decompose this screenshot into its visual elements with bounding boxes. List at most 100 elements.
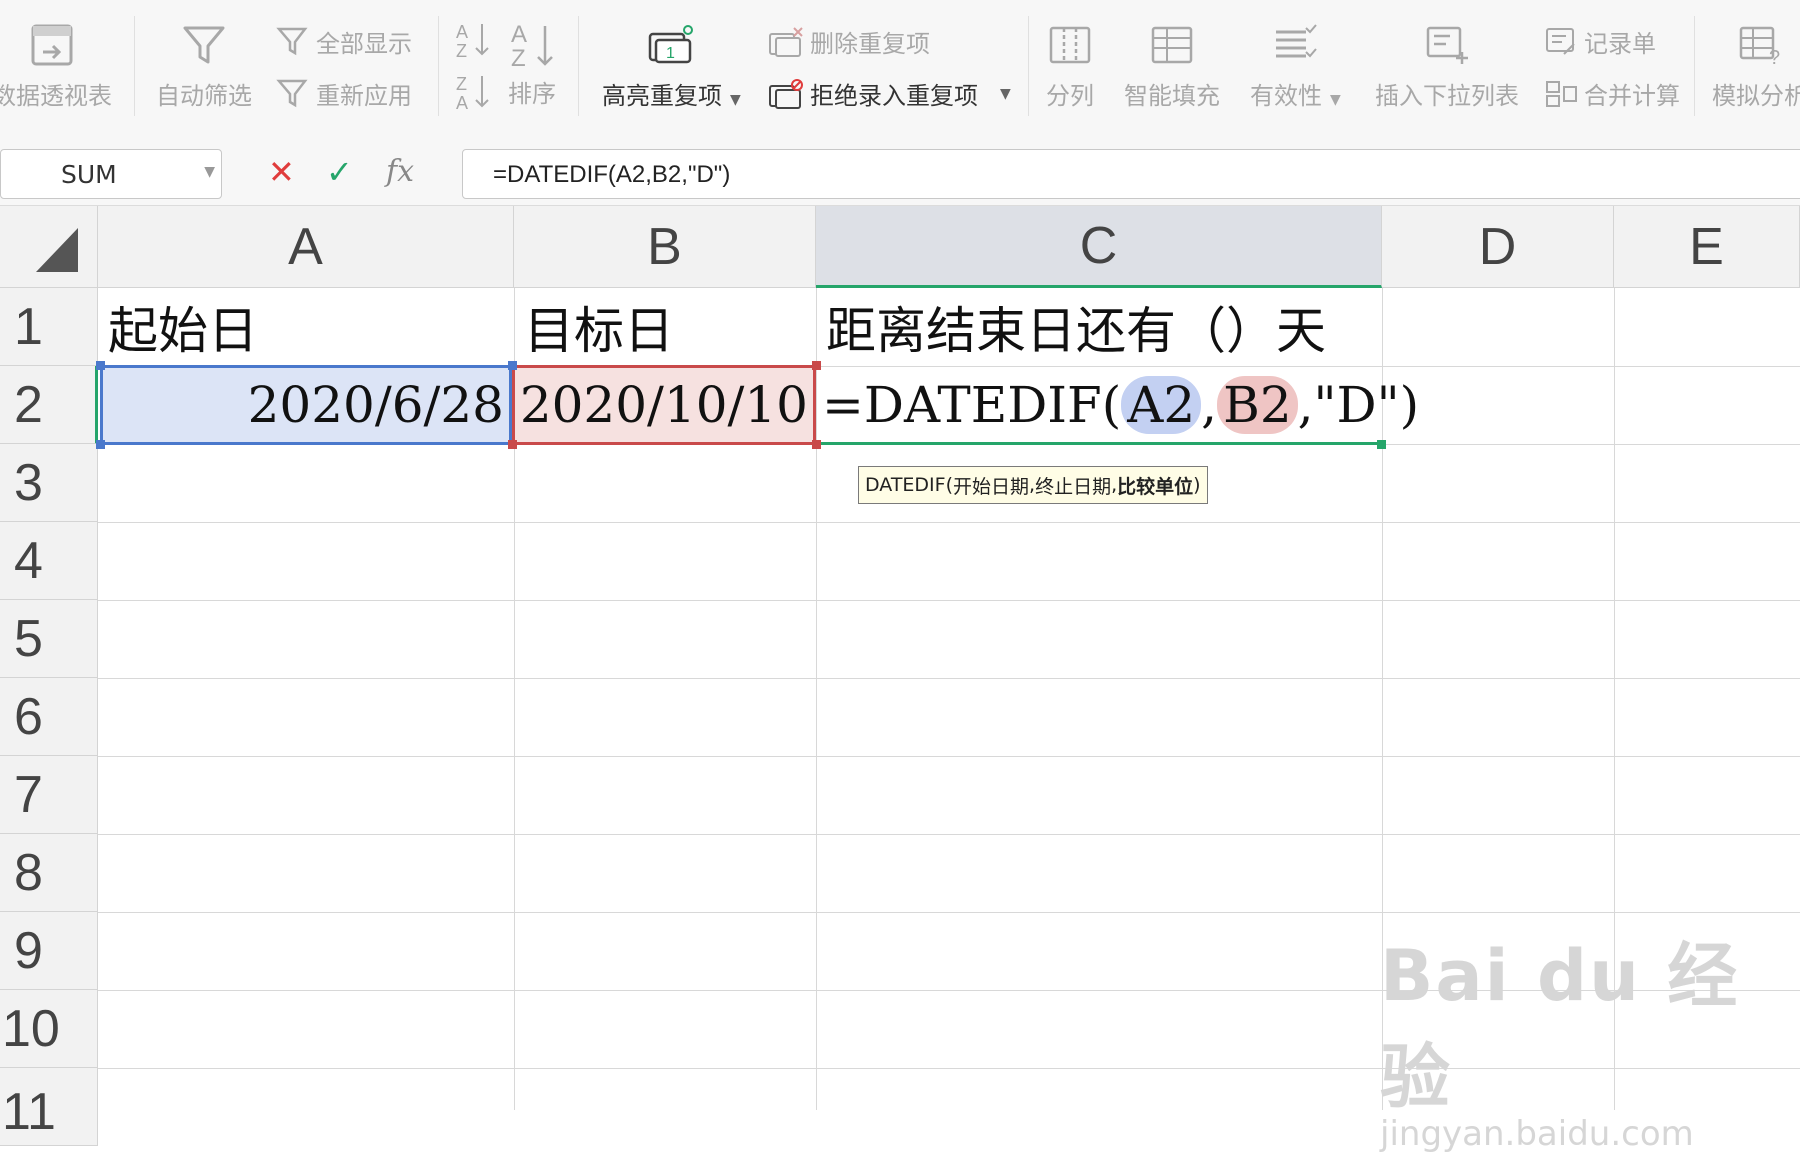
formula-suffix: ,"D") <box>1297 376 1420 434</box>
row-header-7[interactable]: 7 <box>0 756 98 834</box>
whatif-analysis-label: 模拟分析 <box>1712 82 1800 110</box>
validity-icon <box>1276 24 1318 58</box>
flash-fill-button[interactable]: 智能填充 <box>1124 22 1220 111</box>
name-box[interactable]: SUM ▼ <box>0 149 222 199</box>
row-header-5[interactable]: 5 <box>0 600 98 678</box>
column-header-d[interactable]: D <box>1382 206 1614 288</box>
svg-text:Z: Z <box>456 41 467 60</box>
sort-icon: AZ <box>511 21 553 70</box>
reject-duplicates-label: 拒绝录入重复项 <box>810 82 978 110</box>
sort-button[interactable]: AZ 排序 <box>508 20 556 109</box>
tooltip-arg-start-date[interactable]: 开始日期 <box>953 472 1029 499</box>
consolidate-label: 合并计算 <box>1584 82 1680 110</box>
autofilter-button[interactable]: 自动筛选 <box>156 22 252 111</box>
autofilter-label: 自动筛选 <box>156 82 252 110</box>
sort-za-icon: ZA <box>456 74 489 112</box>
watermark-brand: Bai du 经验 <box>1380 935 1740 1118</box>
ribbon-separator <box>1694 16 1695 116</box>
column-header-e[interactable]: E <box>1614 206 1800 288</box>
reapply-button[interactable]: 重新应用 <box>276 76 412 111</box>
tooltip-arg-end-date[interactable]: 终止日期 <box>1035 472 1111 499</box>
ribbon-toolbar: 数据透视表 自动筛选 全部显示 重新应用 AZ ZA AZ 排序 1 高亮重复项… <box>0 0 1800 138</box>
split-column-button[interactable]: 分列 <box>1046 22 1094 111</box>
pivot-table-icon <box>31 24 73 66</box>
row-header-8[interactable]: 8 <box>0 834 98 912</box>
show-all-button[interactable]: 全部显示 <box>276 24 412 59</box>
svg-text:?: ? <box>1769 47 1780 68</box>
baidu-watermark: Bai du 经验 jingyan.baidu.com <box>1380 920 1800 1154</box>
formula-text: =DATEDIF(A2,B2,"D") <box>493 161 731 188</box>
chevron-down-icon[interactable]: ▼ <box>204 164 215 180</box>
filter-reapply-icon <box>276 79 308 107</box>
cell-b1[interactable]: 目标日 <box>524 288 674 366</box>
sort-ascending-button[interactable]: AZ <box>454 20 490 60</box>
cell-b2[interactable]: 2020/10/10 <box>512 366 808 444</box>
highlight-duplicates-icon: 1 <box>649 25 694 64</box>
svg-text:A: A <box>511 21 527 48</box>
formula-ref-b2: B2 <box>1217 376 1298 434</box>
cell-c2-formula-editor[interactable]: =DATEDIF( A2 , B2 ,"D") <box>822 366 1419 444</box>
tooltip-paren-open: ( <box>945 474 954 496</box>
insert-dropdown-list-icon <box>1426 26 1468 64</box>
row-header-4[interactable]: 4 <box>0 522 98 600</box>
tooltip-paren-close: ) <box>1193 474 1201 496</box>
resize-handle[interactable] <box>812 440 821 449</box>
function-argument-tooltip: DATEDIF ( 开始日期 , 终止日期 , 比较单位 ) <box>858 466 1208 504</box>
pivot-table-label: 数据透视表 <box>0 82 112 110</box>
record-form-button[interactable]: 记录单 <box>1544 24 1656 59</box>
row-header-10[interactable]: 10 <box>0 990 98 1068</box>
split-column-icon <box>1049 26 1091 64</box>
reject-duplicates-button[interactable]: 拒绝录入重复项 ▼ <box>768 76 1011 111</box>
formula-prefix: =DATEDIF( <box>822 376 1122 434</box>
column-header-a[interactable]: A <box>98 206 514 288</box>
tooltip-function-name: DATEDIF <box>865 474 946 496</box>
formula-input[interactable]: =DATEDIF(A2,B2,"D") <box>462 149 1800 199</box>
reject-duplicates-icon <box>769 78 803 109</box>
resize-handle[interactable] <box>812 361 821 370</box>
cell-c1[interactable]: 距离结束日还有（）天 <box>826 288 1326 366</box>
column-header-b[interactable]: B <box>514 206 816 288</box>
confirm-icon[interactable]: ✓ <box>326 154 353 190</box>
delete-duplicates-button[interactable]: 删除重复项 <box>768 24 930 59</box>
row-header-11[interactable]: 11 <box>0 1068 98 1146</box>
show-all-label: 全部显示 <box>316 30 412 58</box>
row-header-2[interactable]: 2 <box>0 366 98 444</box>
cancel-icon[interactable]: ✕ <box>268 154 295 190</box>
formula-comma: , <box>1201 376 1218 434</box>
highlight-duplicates-button[interactable]: 1 高亮重复项 ▼ <box>602 22 741 111</box>
validity-button[interactable]: 有效性 ▼ <box>1250 22 1341 111</box>
ribbon-separator <box>438 16 439 116</box>
column-header-c[interactable]: C <box>816 206 1382 288</box>
svg-text:A: A <box>456 22 468 42</box>
svg-text:1: 1 <box>666 45 675 62</box>
record-form-label: 记录单 <box>1584 30 1656 58</box>
consolidate-icon <box>1546 80 1577 107</box>
cell-a2[interactable]: 2020/6/28 <box>100 366 504 444</box>
sort-descending-button[interactable]: ZA <box>454 72 490 112</box>
cell-a1[interactable]: 起始日 <box>108 288 258 366</box>
tooltip-arg-unit[interactable]: 比较单位 <box>1117 472 1193 499</box>
row-header-3[interactable]: 3 <box>0 444 98 522</box>
row-header-1[interactable]: 1 <box>0 288 98 366</box>
gridline <box>98 600 1800 601</box>
split-column-label: 分列 <box>1046 82 1094 110</box>
reject-duplicates-dropdown-icon[interactable]: ▼ <box>1000 86 1011 102</box>
record-form-icon <box>1546 27 1575 55</box>
insert-function-icon[interactable]: fx <box>386 154 414 190</box>
row-header-9[interactable]: 9 <box>0 912 98 990</box>
filter-clear-icon <box>276 27 308 55</box>
insert-dropdown-list-label: 插入下拉列表 <box>1375 82 1519 110</box>
ribbon-separator <box>1028 16 1029 116</box>
svg-text:Z: Z <box>511 45 526 70</box>
whatif-analysis-button[interactable]: ? 模拟分析 <box>1712 22 1800 111</box>
flash-fill-icon <box>1151 26 1193 64</box>
select-all-corner[interactable] <box>0 206 98 288</box>
consolidate-button[interactable]: 合并计算 <box>1544 76 1680 111</box>
insert-dropdown-list-button[interactable]: 插入下拉列表 <box>1375 22 1519 111</box>
sort-label: 排序 <box>508 80 556 108</box>
formula-bar: SUM ▼ ✕ ✓ fx =DATEDIF(A2,B2,"D") <box>0 137 1800 206</box>
row-header-6[interactable]: 6 <box>0 678 98 756</box>
gridline <box>98 522 1800 523</box>
pivot-table-button[interactable]: 数据透视表 <box>0 22 112 111</box>
gridline <box>98 678 1800 679</box>
